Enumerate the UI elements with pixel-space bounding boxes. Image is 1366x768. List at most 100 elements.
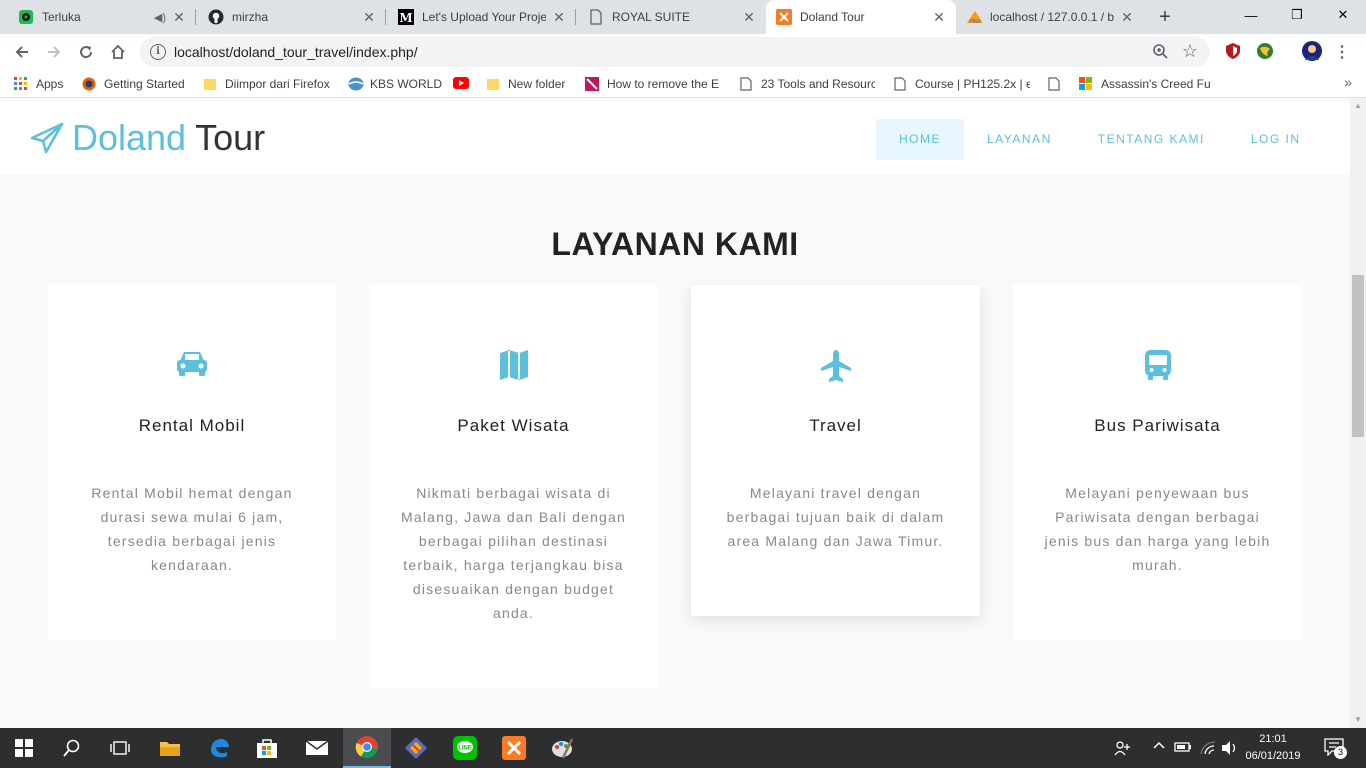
volume-icon[interactable]	[1221, 740, 1239, 759]
bookmark-firefox-import[interactable]: Diimpor dari Firefox	[203, 76, 330, 92]
bookmark-youtube[interactable]	[453, 76, 469, 92]
scroll-up-arrow[interactable]: ▲	[1350, 98, 1366, 114]
bookmark-kbs-world[interactable]: KBS WORLD	[348, 76, 442, 92]
kbs-world-icon	[348, 77, 364, 91]
wifi-icon[interactable]	[1199, 740, 1217, 759]
firefox-icon	[82, 77, 96, 91]
info-icon[interactable]: i	[150, 44, 166, 60]
tab-separator	[575, 9, 576, 25]
bookmark-course[interactable]: Course | PH125.2x | e	[893, 76, 1030, 92]
tab-mirzha[interactable]: mirzha ✕	[198, 0, 386, 34]
folder-icon	[160, 742, 180, 756]
reload-icon	[80, 46, 93, 59]
people-icon[interactable]	[1114, 740, 1132, 759]
bookmark-new-folder[interactable]: New folder	[486, 76, 565, 92]
line-app-button[interactable]: LINE	[441, 728, 489, 768]
scroll-down-arrow[interactable]: ▼	[1350, 712, 1366, 728]
service-card-travel[interactable]: Travel Melayani travel dengan berbagai t…	[691, 285, 980, 616]
car-icon	[177, 352, 207, 376]
close-icon[interactable]: ✕	[742, 9, 756, 26]
bookmark-23-tools[interactable]: 23 Tools and Resourc	[739, 76, 875, 92]
windows-site-icon	[1079, 77, 1093, 91]
menu-dots-icon[interactable]: ⋮	[1334, 42, 1350, 62]
reload-button[interactable]	[74, 40, 98, 64]
page-scrollbar[interactable]: ▲ ▼	[1350, 98, 1366, 728]
bookmark-star-icon[interactable]: ☆	[1182, 41, 1198, 62]
tab-royal-suite[interactable]: ROYAL SUITE ✕	[578, 0, 766, 34]
close-icon[interactable]: ✕	[1120, 9, 1134, 26]
new-tab-button[interactable]: +	[1154, 6, 1176, 28]
page-viewport: Doland Tour HOME LAYANAN TENTANG KAMI LO…	[0, 98, 1350, 728]
store-button[interactable]	[243, 728, 291, 768]
github-icon	[208, 9, 224, 25]
shield-extension-icon[interactable]	[1224, 42, 1242, 60]
nav-layanan[interactable]: LAYANAN	[964, 119, 1075, 160]
home-button[interactable]	[106, 40, 130, 64]
start-button[interactable]	[0, 728, 48, 768]
back-button[interactable]	[10, 40, 34, 64]
tab-phpmyadmin[interactable]: PMA localhost / 127.0.0.1 / b ✕	[956, 0, 1144, 34]
service-card-bus-pariwisata[interactable]: Bus Pariwisata Melayani penyewaan bus Pa…	[1013, 285, 1302, 640]
restore-button[interactable]: ❐	[1274, 0, 1320, 30]
bookmarks-overflow-icon[interactable]: »	[1344, 74, 1352, 90]
service-title: Rental Mobil	[138, 416, 246, 435]
file-explorer-button[interactable]	[146, 728, 194, 768]
nav-log-in[interactable]: LOG IN	[1228, 119, 1324, 160]
search-button[interactable]	[48, 728, 96, 768]
chrome-button[interactable]	[343, 728, 391, 768]
nav-tentang-kami[interactable]: TENTANG KAMI	[1075, 119, 1228, 160]
medium-icon: M	[398, 9, 414, 25]
system-clock[interactable]: 21:01 06/01/2019	[1238, 731, 1308, 765]
profile-avatar[interactable]	[1302, 41, 1322, 61]
bookmark-extra-page[interactable]	[1047, 76, 1061, 92]
mail-icon	[305, 740, 329, 755]
notification-center-button[interactable]: 3	[1324, 738, 1347, 759]
globe-extension-icon[interactable]	[1256, 42, 1274, 60]
bookmarks-bar: Apps Getting Started Diimpor dari Firefo…	[0, 70, 1366, 98]
xampp-icon	[776, 9, 792, 25]
mail-button[interactable]	[293, 728, 341, 768]
chevron-up-icon[interactable]	[1152, 738, 1166, 755]
task-view-button[interactable]	[96, 728, 144, 768]
arrow-left-icon	[15, 46, 28, 58]
bookmark-how-to-remove[interactable]: How to remove the E	[585, 76, 720, 92]
service-description: Nikmati berbagai wisata di Malang, Jawa …	[400, 485, 627, 621]
arrow-right-icon	[48, 46, 61, 58]
home-icon	[111, 44, 125, 59]
close-icon[interactable]: ✕	[362, 9, 376, 26]
service-card-rental-mobil[interactable]: Rental Mobil Rental Mobil hemat dengan d…	[48, 285, 336, 640]
zoom-icon[interactable]	[1152, 43, 1168, 63]
tab-doland-tour[interactable]: Doland Tour ✕	[766, 0, 956, 34]
line-icon: LINE	[453, 736, 477, 760]
tab-terluka[interactable]: Terluka ◀) ✕	[8, 0, 196, 34]
bookmark-assassins-creed[interactable]: Assassin's Creed Full	[1079, 76, 1211, 92]
scrollbar-thumb[interactable]	[1352, 275, 1364, 437]
url-text[interactable]: localhost/doland_tour_travel/index.php/	[174, 44, 418, 60]
close-icon[interactable]: ✕	[552, 9, 566, 26]
bookmark-apps[interactable]: Apps	[14, 76, 63, 92]
clock-time: 21:01	[1259, 733, 1287, 745]
document-icon	[739, 77, 753, 91]
svg-text:M: M	[399, 11, 412, 25]
service-card-paket-wisata[interactable]: Paket Wisata Nikmati berbagai wisata di …	[369, 285, 658, 688]
close-icon[interactable]: ✕	[932, 9, 946, 26]
windows-logo-icon	[15, 739, 33, 757]
minimize-button[interactable]: —	[1228, 0, 1274, 30]
windows-taskbar: LINE 21:01 06/01/2019 3	[0, 728, 1366, 768]
battery-icon[interactable]	[1174, 740, 1192, 757]
site-logo[interactable]: Doland Tour	[30, 117, 265, 159]
paint-app-button[interactable]	[538, 728, 586, 768]
diamond-app-icon	[405, 737, 427, 759]
nav-home[interactable]: HOME	[876, 119, 964, 160]
folder-icon	[486, 77, 500, 91]
speaker-icon[interactable]: ◀)	[154, 11, 166, 24]
xampp-button[interactable]	[490, 728, 538, 768]
tab-medium[interactable]: M Let's Upload Your Proje ✕	[388, 0, 576, 34]
edge-button[interactable]	[195, 728, 243, 768]
bookmark-getting-started[interactable]: Getting Started	[82, 76, 185, 92]
close-icon[interactable]: ✕	[172, 9, 186, 26]
forward-button[interactable]	[42, 40, 66, 64]
close-window-button[interactable]: ✕	[1320, 0, 1366, 30]
git-app-button[interactable]	[392, 728, 440, 768]
address-bar[interactable]: i localhost/doland_tour_travel/index.php…	[140, 37, 1210, 67]
